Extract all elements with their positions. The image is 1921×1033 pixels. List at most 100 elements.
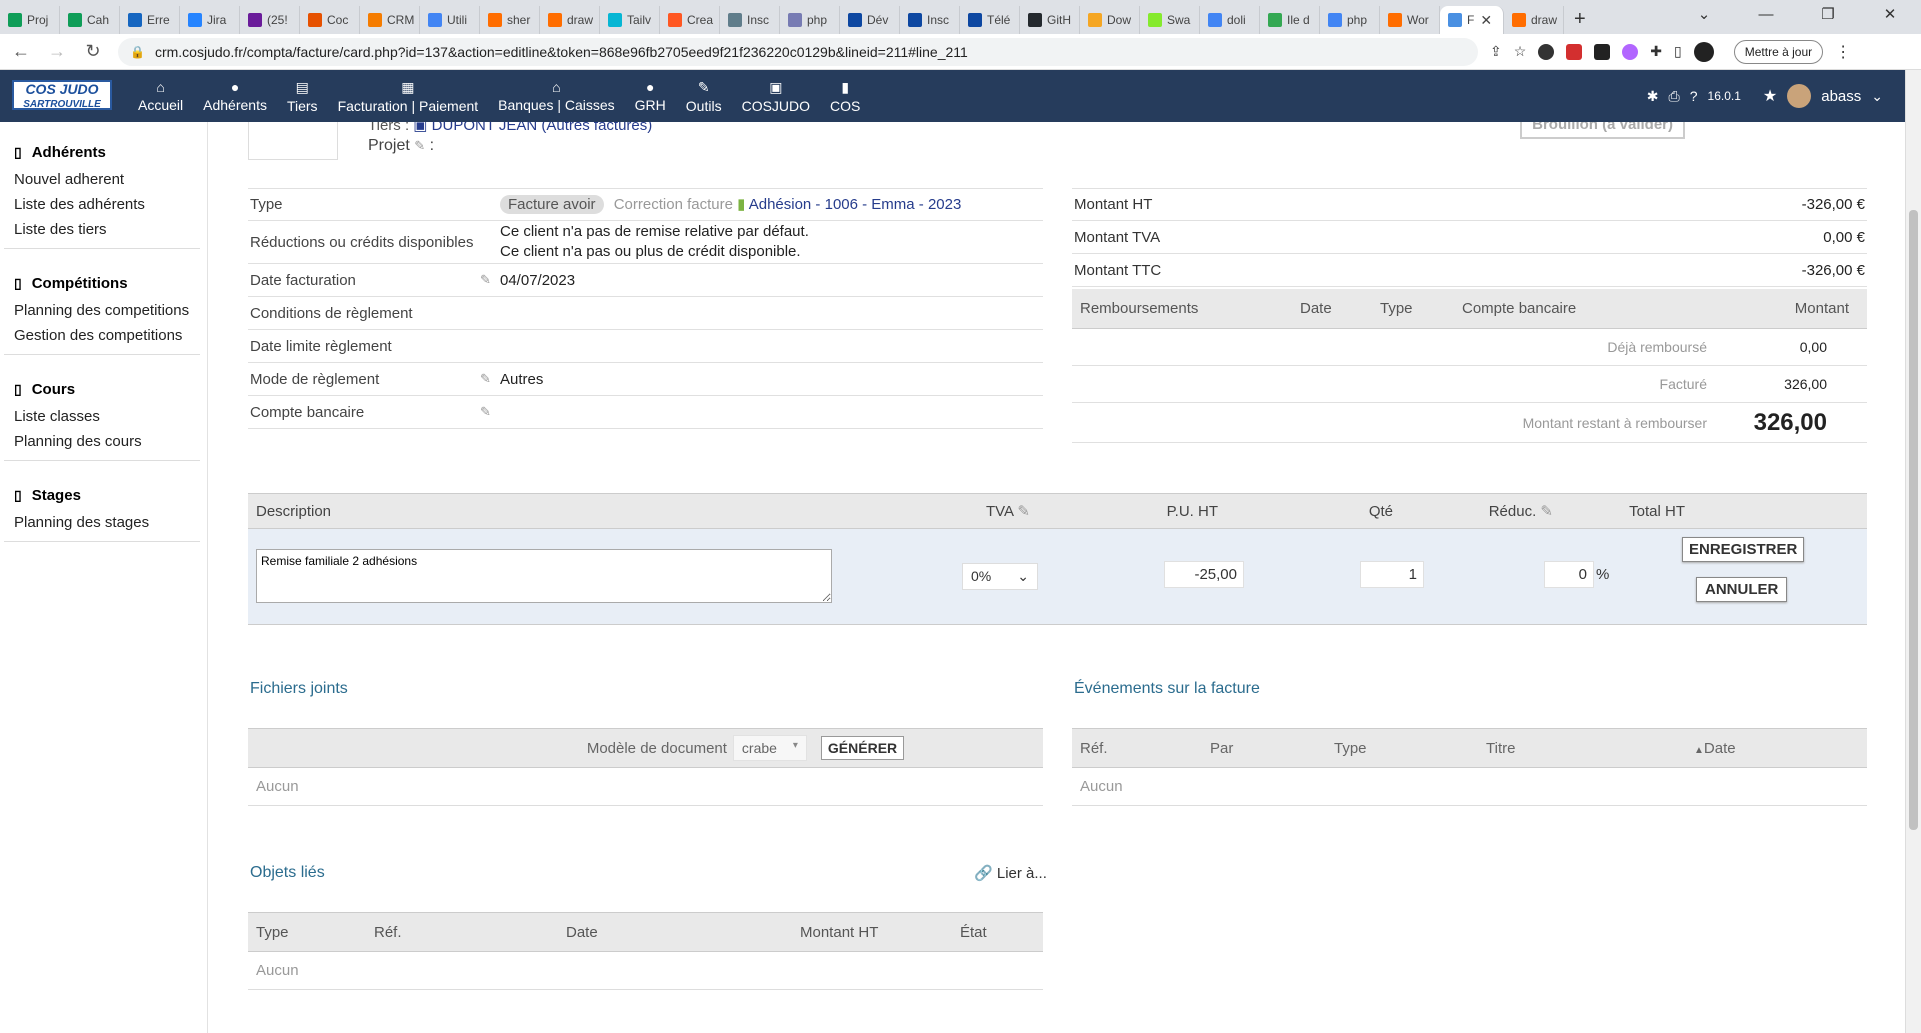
top-menu-item[interactable]: ▤ Tiers (277, 70, 328, 122)
pencil-icon[interactable]: ✎ (1540, 503, 1553, 520)
browser-tab[interactable]: doli (1200, 6, 1260, 34)
unit-price-input[interactable]: -25,00 (1164, 561, 1244, 588)
browser-tab[interactable]: Dév (840, 6, 900, 34)
quantity-input[interactable]: 1 (1360, 561, 1424, 588)
sidebar-section-title[interactable]: ▯ Adhérents (4, 122, 200, 167)
browser-tab[interactable]: draw (1504, 6, 1564, 34)
pencil-icon[interactable]: ✎ (480, 404, 500, 420)
chevron-down-icon[interactable]: ⌄ (1673, 0, 1735, 34)
page-scrollbar[interactable] (1905, 70, 1921, 1033)
top-menu-item[interactable]: ▮ COS (820, 70, 870, 122)
profile-icon[interactable] (1693, 41, 1714, 62)
browser-tab[interactable]: Swa (1140, 6, 1200, 34)
menu-kebab-icon[interactable]: ⋮ (1835, 42, 1851, 62)
browser-tab[interactable]: Cah (60, 6, 120, 34)
events-col-date[interactable]: ▲Date (1694, 740, 1736, 757)
top-menu-item[interactable]: ▣ COSJUDO (732, 70, 820, 122)
pencil-icon[interactable]: ✎ (480, 272, 500, 288)
browser-tab[interactable]: Proj (0, 6, 60, 34)
user-name[interactable]: abass (1821, 88, 1861, 105)
model-select[interactable]: crabe ▾ (732, 735, 807, 761)
puzzle-icon[interactable]: ✚ (1650, 43, 1662, 60)
scrollbar-thumb[interactable] (1909, 210, 1918, 830)
top-menu-item[interactable]: ● GRH (625, 70, 676, 122)
bookmark-star-icon[interactable]: ☆ (1514, 43, 1527, 60)
close-tab-icon[interactable]: ✕ (1480, 12, 1492, 29)
cancel-button[interactable]: ANNULER (1696, 577, 1788, 602)
sidebar-item[interactable]: Planning des stages (4, 510, 200, 535)
browser-tab[interactable]: (25! (240, 6, 300, 34)
sidepanel-icon[interactable]: ▯ (1674, 43, 1682, 60)
sidebar-item[interactable]: Gestion des competitions (4, 323, 200, 348)
tiers-link[interactable]: DUPONT JEAN (Autres factures) (432, 122, 653, 134)
sidebar-item[interactable]: Liste des tiers (4, 217, 200, 242)
sidebar-item[interactable]: Liste des adhérents (4, 192, 200, 217)
correction-link[interactable]: Adhésion - 1006 - Emma - 2023 (749, 196, 962, 213)
url-field[interactable]: 🔒 crm.cosjudo.fr/compta/facture/card.php… (118, 37, 1478, 66)
extension-icon[interactable] (1538, 43, 1555, 60)
update-button[interactable]: Mettre à jour (1733, 39, 1824, 64)
refunds-header: Remboursements Date Type Compte bancaire… (1072, 289, 1867, 329)
correction-text: Correction facture (613, 196, 733, 213)
browser-tab[interactable]: Ile d (1260, 6, 1320, 34)
browser-tab[interactable]: Crea (660, 6, 720, 34)
new-tab-icon[interactable]: + (1574, 8, 1586, 31)
pencil-icon[interactable]: ✎ (480, 371, 500, 387)
browser-tab[interactable]: sher (480, 6, 540, 34)
sidebar-section-title[interactable]: ▯ Compétitions (4, 255, 200, 298)
browser-tab[interactable]: Télé (960, 6, 1020, 34)
sidebar-section-title[interactable]: ▯ Cours (4, 361, 200, 404)
browser-tab[interactable]: Insc (900, 6, 960, 34)
tva-select[interactable]: 0% ⌄ (962, 563, 1038, 590)
close-icon[interactable]: ✕ (1859, 0, 1921, 34)
restore-icon[interactable]: ❐ (1797, 0, 1859, 34)
save-button[interactable]: ENREGISTRER (1682, 537, 1805, 562)
browser-tab[interactable]: Erre (120, 6, 180, 34)
extension-icon[interactable] (1622, 43, 1639, 60)
minimize-icon[interactable]: — (1735, 0, 1797, 34)
forward-icon[interactable]: → (42, 41, 72, 62)
browser-tab[interactable]: draw (540, 6, 600, 34)
top-menu-item[interactable]: ✎ Outils (676, 70, 732, 122)
browser-tab[interactable]: Wor (1380, 6, 1440, 34)
avatar[interactable] (1787, 84, 1812, 108)
logo[interactable]: COS JUDO SARTROUVILLE (12, 80, 112, 110)
top-menu-item[interactable]: ⌂ Accueil (128, 70, 193, 122)
link-to-button[interactable]: 🔗 Lier à... (974, 864, 1047, 882)
browser-tab[interactable]: Tailv (600, 6, 660, 34)
description-textarea[interactable]: Remise familiale 2 adhésions (256, 549, 832, 603)
bookmark-star-icon[interactable]: ★ (1763, 86, 1777, 106)
adblock-icon[interactable] (1566, 43, 1583, 60)
browser-tab[interactable]: Insc (720, 6, 780, 34)
pencil-icon[interactable]: ✎ (414, 138, 425, 153)
print-icon[interactable]: ⎙ (1669, 88, 1680, 105)
sidebar-item[interactable]: Nouvel adherent (4, 167, 200, 192)
browser-tab[interactable]: CRM (360, 6, 420, 34)
chevron-down-icon[interactable]: ⌄ (1871, 88, 1883, 105)
browser-tab[interactable]: Coc (300, 6, 360, 34)
browser-tab[interactable]: php (1320, 6, 1380, 34)
pencil-icon[interactable]: ✎ (1017, 503, 1030, 520)
sidebar-item[interactable]: Liste classes (4, 404, 200, 429)
bug-icon[interactable]: ✱ (1647, 88, 1659, 105)
sidebar-item[interactable]: Planning des cours (4, 429, 200, 454)
browser-tab[interactable]: Dow (1080, 6, 1140, 34)
top-menu-item[interactable]: ⌂ Banques | Caisses (488, 70, 624, 122)
browser-tab[interactable]: Jira (180, 6, 240, 34)
browser-tab[interactable]: Utili (420, 6, 480, 34)
extension-icon[interactable] (1594, 43, 1611, 60)
help-icon[interactable]: ? (1690, 88, 1698, 104)
browser-tab[interactable]: F ✕ (1440, 6, 1504, 34)
share-icon[interactable]: ⇪ (1490, 43, 1502, 60)
browser-tab[interactable]: GitH (1020, 6, 1080, 34)
reload-icon[interactable]: ↻ (78, 41, 108, 62)
sidebar-item[interactable]: Planning des competitions (4, 298, 200, 323)
discount-input[interactable]: 0 (1544, 561, 1594, 588)
sidebar-section-title[interactable]: ▯ Stages (4, 467, 200, 510)
browser-tab[interactable]: php (780, 6, 840, 34)
top-menu-label: Banques | Caisses (498, 97, 615, 113)
top-menu-item[interactable]: ● Adhérents (193, 70, 277, 122)
generate-button[interactable]: GÉNÉRER (820, 736, 905, 760)
top-menu-item[interactable]: ▦ Facturation | Paiement (328, 70, 489, 122)
back-icon[interactable]: ← (6, 41, 36, 62)
